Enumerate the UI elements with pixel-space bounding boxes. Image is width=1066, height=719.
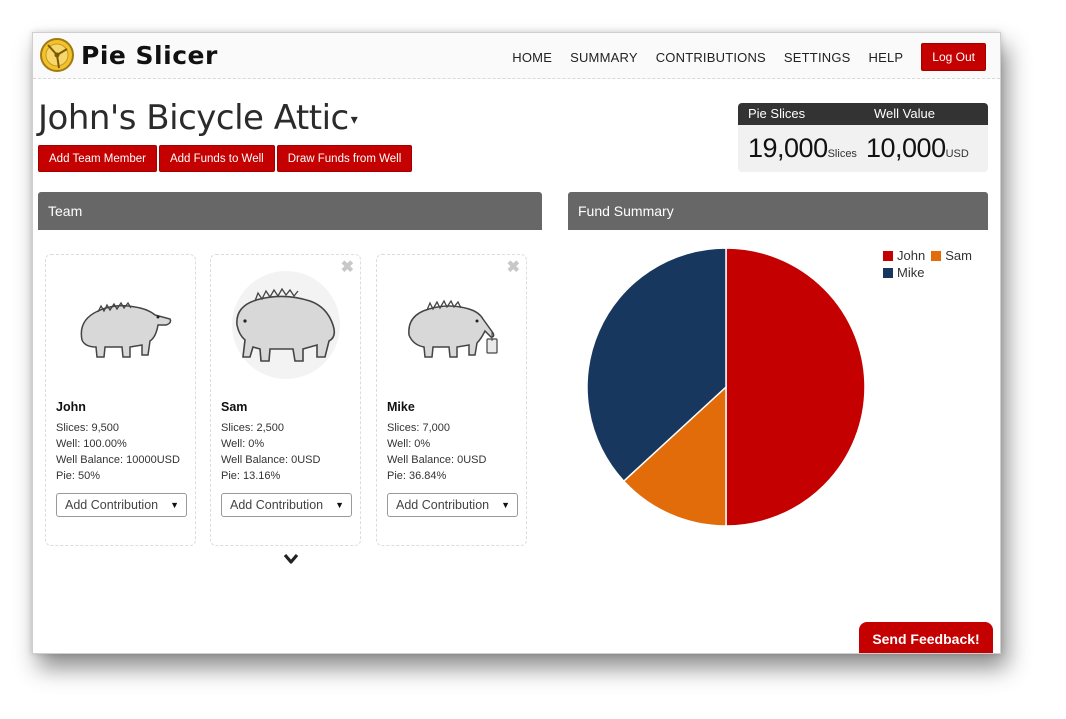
pie-slices-label: Pie Slices: [748, 106, 806, 121]
member-well: Well: 100.00%: [56, 438, 127, 450]
member-name: John: [56, 400, 86, 414]
legend-label: John: [897, 248, 926, 263]
project-stats: Pie Slices Well Value 19,000Slices 10,00…: [738, 103, 988, 172]
member-well-balance: Well Balance: 10000USD: [56, 454, 180, 466]
stats-header: Pie Slices Well Value: [738, 103, 988, 125]
stats-values: 19,000Slices 10,000USD: [738, 125, 988, 164]
legend-swatch: [883, 267, 893, 278]
project-title-dropdown[interactable]: John's Bicycle Attic ▾: [38, 98, 358, 138]
member-slices: Slices: 2,500: [221, 422, 284, 434]
add-contribution-label: Add Contribution: [65, 498, 159, 512]
legend-row: Mike: [883, 265, 983, 280]
add-funds-button[interactable]: Add Funds to Well: [158, 145, 275, 172]
team-member-card-john: John Slices: 9,500 Well: 100.00% Well Ba…: [45, 254, 196, 546]
team-panel-header: Team: [38, 192, 542, 230]
add-contribution-select[interactable]: Add Contribution ▼: [56, 493, 187, 517]
member-well-balance: Well Balance: 0USD: [387, 454, 487, 466]
member-well: Well: 0%: [387, 438, 431, 450]
top-navigation-bar: Pie Slicer HOME SUMMARY CONTRIBUTIONS SE…: [33, 33, 1000, 79]
logout-button[interactable]: Log Out: [921, 43, 986, 71]
anteater-avatar-icon: [391, 265, 513, 383]
pie-logo-icon: [40, 38, 74, 72]
project-title: John's Bicycle Attic: [38, 98, 349, 138]
member-pie: Pie: 36.84%: [387, 470, 447, 482]
chevron-down-icon[interactable]: [283, 553, 299, 565]
app-logo[interactable]: Pie Slicer: [39, 37, 218, 73]
legend-label: Sam: [945, 248, 972, 263]
add-team-member-button[interactable]: Add Team Member: [38, 145, 157, 172]
fund-summary-pie-chart: [586, 247, 866, 527]
member-name: Mike: [387, 400, 415, 414]
app-name: Pie Slicer: [81, 40, 218, 70]
team-member-card-mike: ✖ Mike Slices: 7,000 Well: 0% Well Balan…: [376, 254, 527, 546]
member-pie: Pie: 13.16%: [221, 470, 281, 482]
app-window: Pie Slicer HOME SUMMARY CONTRIBUTIONS SE…: [32, 32, 1001, 654]
add-contribution-label: Add Contribution: [230, 498, 324, 512]
legend-label: Mike: [897, 265, 925, 280]
anteater-avatar-icon: [225, 265, 347, 383]
well-value-unit: USD: [945, 148, 969, 160]
member-slices: Slices: 9,500: [56, 422, 119, 434]
team-member-card-sam: ✖ Sam Slices: 2,500 Well: 0% Well Balanc…: [210, 254, 361, 546]
nav-summary[interactable]: SUMMARY: [570, 50, 638, 65]
well-value-label: Well Value: [874, 106, 935, 121]
nav-help[interactable]: HELP: [869, 50, 904, 65]
add-contribution-label: Add Contribution: [396, 498, 490, 512]
legend-item-mike[interactable]: Mike: [883, 265, 924, 280]
legend-row: John Sam: [883, 248, 983, 263]
pie-slice-john[interactable]: [725, 247, 866, 527]
nav-settings[interactable]: SETTINGS: [784, 50, 851, 65]
add-contribution-select[interactable]: Add Contribution ▼: [221, 493, 352, 517]
well-value-value: 10,000: [866, 133, 946, 163]
main-nav: HOME SUMMARY CONTRIBUTIONS SETTINGS HELP…: [494, 43, 986, 71]
send-feedback-button[interactable]: Send Feedback!: [859, 622, 993, 653]
dropdown-arrow-icon: ▼: [170, 500, 179, 510]
project-actions: Add Team Member Add Funds to Well Draw F…: [38, 145, 414, 172]
dropdown-arrow-icon: ▼: [501, 500, 510, 510]
anteater-avatar-icon: [60, 265, 182, 383]
legend-item-sam[interactable]: Sam: [931, 248, 972, 263]
chart-legend: John Sam Mike: [883, 248, 983, 282]
pie-slices-unit: Slices: [827, 148, 857, 160]
fund-summary-panel-header: Fund Summary: [568, 192, 988, 230]
nav-contributions[interactable]: CONTRIBUTIONS: [656, 50, 766, 65]
member-well: Well: 0%: [221, 438, 265, 450]
legend-swatch: [931, 250, 942, 261]
legend-item-john[interactable]: John: [883, 248, 925, 263]
member-slices: Slices: 7,000: [387, 422, 450, 434]
member-pie: Pie: 50%: [56, 470, 101, 482]
nav-home[interactable]: HOME: [512, 50, 552, 65]
add-contribution-select[interactable]: Add Contribution ▼: [387, 493, 518, 517]
caret-down-icon: ▾: [350, 111, 358, 128]
draw-funds-button[interactable]: Draw Funds from Well: [276, 145, 413, 172]
well-value-stat: 10,000USD: [866, 133, 969, 164]
pie-slices-stat: 19,000Slices: [738, 133, 866, 164]
pie-slices-value: 19,000: [748, 133, 828, 163]
member-well-balance: Well Balance: 0USD: [221, 454, 321, 466]
legend-swatch: [883, 250, 893, 261]
member-name: Sam: [221, 400, 248, 414]
dropdown-arrow-icon: ▼: [335, 500, 344, 510]
